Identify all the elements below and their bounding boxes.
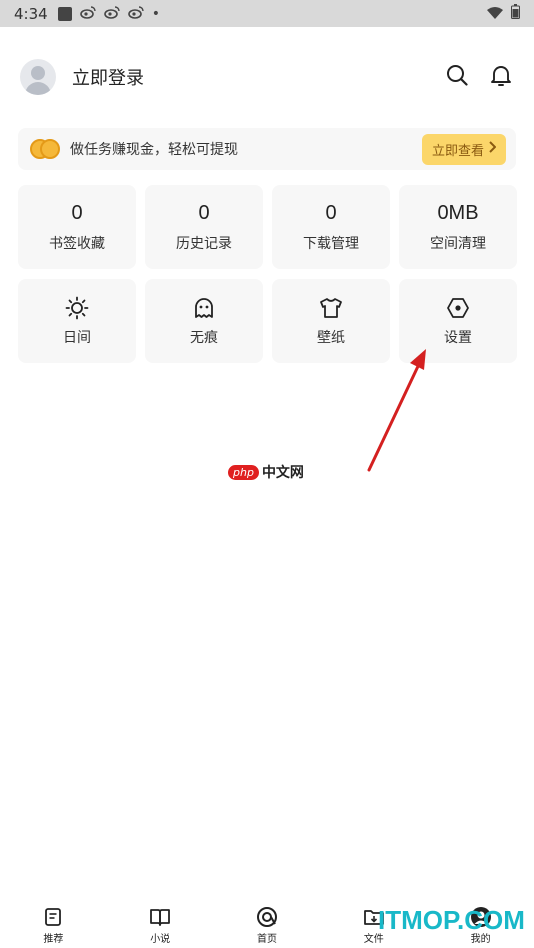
avatar[interactable]: [20, 59, 56, 95]
battery-icon: [511, 4, 520, 23]
php-cn-text: 中文网: [261, 465, 304, 481]
sun-icon: [65, 295, 89, 321]
ghost-icon: [193, 295, 215, 321]
tab-novel-label: 小说: [150, 934, 171, 945]
downloads-count: 0: [325, 201, 337, 224]
bookmarks-tile[interactable]: 0 书签收藏: [18, 185, 136, 269]
bookmarks-label: 书签收藏: [49, 235, 105, 252]
incognito-tile[interactable]: 无痕: [145, 279, 263, 363]
bookmarks-count: 0: [71, 201, 83, 224]
tab-home-label: 首页: [256, 934, 277, 945]
day-mode-label: 日间: [63, 330, 91, 346]
coin-icon: [28, 136, 64, 162]
tab-home[interactable]: 首页: [214, 900, 321, 948]
status-time: 4:34: [14, 4, 48, 23]
downloads-label: 下载管理: [303, 235, 359, 252]
wallpaper-tile[interactable]: 壁纸: [272, 279, 390, 363]
itmop-watermark: ITMOP.COM: [378, 905, 525, 935]
storage-cleanup-tile[interactable]: 0MB 空间清理: [399, 185, 517, 269]
wallpaper-label: 壁纸: [317, 330, 345, 346]
notification-square-icon: [57, 6, 72, 21]
history-label: 历史记录: [176, 235, 232, 252]
status-bar: 4:34 •: [0, 0, 534, 27]
home-icon: [256, 906, 278, 928]
document-icon: [43, 906, 63, 928]
tab-recommend[interactable]: 推荐: [0, 900, 107, 948]
view-now-button[interactable]: 立即查看: [421, 133, 506, 165]
feature-grid: 0 书签收藏 0 历史记录 0 下载管理 0MB 空间清理 日间 无痕 壁纸 设…: [18, 185, 517, 363]
storage-size: 0MB: [437, 201, 479, 224]
status-dot: •: [151, 5, 160, 22]
weibo-icon: [127, 5, 144, 23]
php-cn-watermark: php 中文网: [228, 462, 304, 482]
incognito-label: 无痕: [190, 330, 218, 346]
php-logo: php: [228, 464, 259, 480]
downloads-tile[interactable]: 0 下载管理: [272, 185, 390, 269]
history-tile[interactable]: 0 历史记录: [145, 185, 263, 269]
book-icon: [149, 906, 171, 928]
profile-row[interactable]: 立即登录: [20, 58, 520, 96]
search-icon[interactable]: [446, 64, 468, 90]
login-link[interactable]: 立即登录: [72, 64, 144, 90]
tab-novel[interactable]: 小说: [107, 900, 214, 948]
task-banner[interactable]: 做任务赚现金，轻松可提现 立即查看: [18, 128, 516, 170]
wifi-icon: [487, 4, 503, 23]
day-mode-tile[interactable]: 日间: [18, 279, 136, 363]
storage-cleanup-label: 空间清理: [430, 235, 486, 252]
history-count: 0: [198, 201, 210, 224]
banner-text: 做任务赚现金，轻松可提现: [70, 142, 238, 158]
weibo-icon: [103, 5, 120, 23]
hexagon-settings-icon: [446, 295, 470, 321]
tab-recommend-label: 推荐: [43, 934, 64, 945]
settings-tile[interactable]: 设置: [399, 279, 517, 363]
view-now-label: 立即查看: [431, 143, 484, 159]
shirt-icon: [319, 295, 343, 321]
chevron-right-icon: [488, 141, 497, 157]
bell-icon[interactable]: [490, 64, 512, 90]
weibo-icon: [79, 5, 96, 23]
settings-label: 设置: [444, 330, 472, 346]
